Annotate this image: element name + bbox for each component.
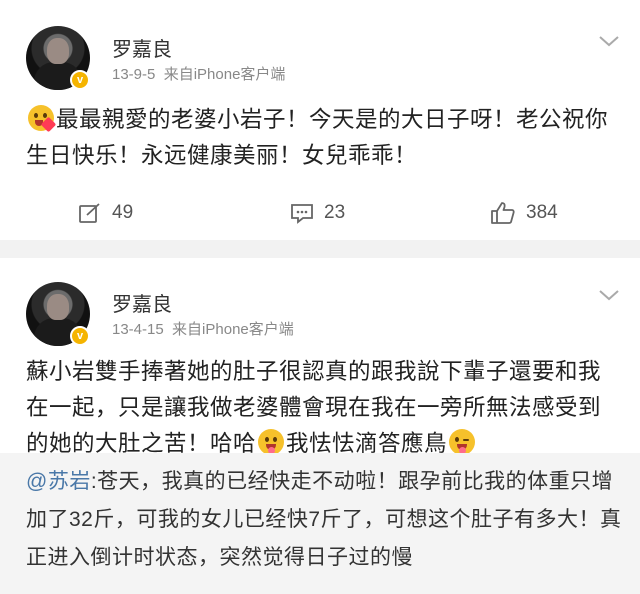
repost-button[interactable]: 49 bbox=[78, 198, 133, 228]
comment-count: 23 bbox=[324, 202, 346, 223]
repost-icon bbox=[79, 203, 100, 223]
quoted-repost[interactable]: @苏岩:苍天，我真的已经快走不动啦！跟孕前比我的体重只增加了32斤，可我的女儿已… bbox=[0, 453, 640, 594]
avatar-face bbox=[47, 294, 69, 320]
like-icon bbox=[491, 202, 515, 224]
repost-count: 49 bbox=[112, 202, 134, 223]
comment-icon bbox=[291, 204, 313, 224]
weibo-post-2: v 罗嘉良 13-4-15 来自iPhone客户端 蘇小岩雙手捧著她的肚子很認真… bbox=[0, 258, 640, 594]
tongue-emoji bbox=[258, 429, 285, 455]
post-time: 13-9-5 bbox=[112, 66, 156, 83]
post-source: 来自iPhone客户端 bbox=[172, 321, 294, 338]
post-meta: 13-4-15 来自iPhone客户端 bbox=[112, 318, 294, 339]
verified-badge: v bbox=[70, 70, 90, 90]
wink-tongue-emoji bbox=[449, 429, 476, 455]
weibo-post-1: v 罗嘉良 13-9-5 来自iPhone客户端 最最親愛的老婆小岩子！今天是的… bbox=[0, 0, 640, 240]
post-text: 蘇小岩雙手捧著她的肚子很認真的跟我說下輩子還要和我在一起，只是讓我做老婆體會現在… bbox=[26, 354, 618, 462]
verified-badge: v bbox=[70, 326, 90, 346]
author-name[interactable]: 罗嘉良 bbox=[112, 33, 172, 62]
post-text-content: 最最親愛的老婆小岩子！今天是的大日子呀！老公祝你生日快乐！永远健康美丽！女兒乖乖… bbox=[26, 107, 609, 168]
author-name[interactable]: 罗嘉良 bbox=[112, 288, 172, 317]
post-source: 来自iPhone客户端 bbox=[163, 66, 286, 83]
avatar-face bbox=[47, 38, 69, 64]
chevron-down-icon[interactable] bbox=[598, 288, 620, 302]
like-count: 384 bbox=[526, 202, 558, 223]
comment-button[interactable]: 23 bbox=[290, 198, 345, 228]
post-meta: 13-9-5 来自iPhone客户端 bbox=[112, 63, 285, 84]
quoted-text: @苏岩:苍天，我真的已经快走不动啦！跟孕前比我的体重只增加了32斤，可我的女儿已… bbox=[26, 463, 626, 577]
blush-heart-emoji bbox=[28, 105, 57, 133]
mention-link[interactable]: @苏岩 bbox=[26, 470, 91, 493]
like-button[interactable]: 384 bbox=[490, 198, 558, 228]
post-text: 最最親愛的老婆小岩子！今天是的大日子呀！老公祝你生日快乐！永远健康美丽！女兒乖乖… bbox=[26, 102, 618, 174]
post-actions: 49 23 384 bbox=[0, 198, 640, 228]
post-time: 13-4-15 bbox=[112, 321, 164, 338]
quoted-text-content: :苍天，我真的已经快走不动啦！跟孕前比我的体重只增加了32斤，可我的女儿已经快7… bbox=[26, 470, 622, 569]
chevron-down-icon[interactable] bbox=[598, 34, 620, 48]
